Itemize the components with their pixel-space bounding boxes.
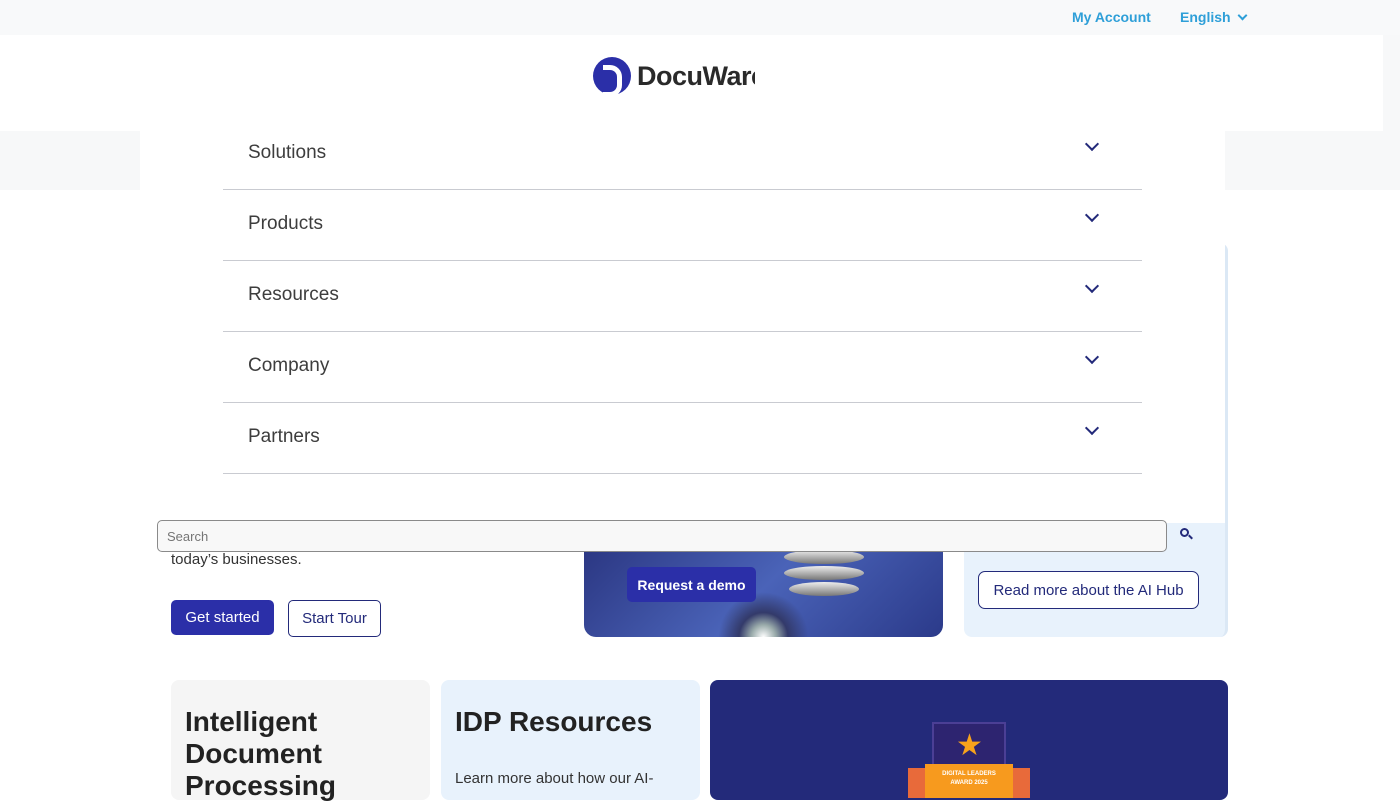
- chevron-down-icon: [1085, 421, 1099, 435]
- docuware-logo[interactable]: DocuWare: [593, 57, 755, 95]
- get-started-button[interactable]: Get started: [171, 600, 274, 635]
- menu-item-products[interactable]: Products: [223, 190, 1142, 261]
- menu-item-resources[interactable]: Resources: [223, 261, 1142, 332]
- resources-text: Learn more about how our AI-: [455, 770, 686, 787]
- language-selector[interactable]: English: [1180, 9, 1246, 25]
- award-label: DIGITAL LEADERSAWARD 2025: [925, 764, 1013, 798]
- start-tour-button[interactable]: Start Tour: [288, 600, 381, 637]
- idp-card[interactable]: Intelligent Document Processing: [171, 680, 430, 800]
- scroll-gutter: [1383, 35, 1400, 131]
- menu-label: Resources: [248, 284, 339, 306]
- hero-text: today’s businesses.: [171, 551, 302, 568]
- star-icon: ★: [956, 728, 983, 763]
- my-account-link[interactable]: My Account: [1072, 9, 1151, 25]
- search-icon[interactable]: [1180, 528, 1194, 542]
- request-demo-button[interactable]: Request a demo: [627, 567, 756, 602]
- chevron-down-icon: [1085, 208, 1099, 222]
- ai-hub-button[interactable]: Read more about the AI Hub: [978, 571, 1199, 609]
- menu-item-partners[interactable]: Partners: [223, 403, 1142, 474]
- award-card[interactable]: ★ DIGITAL LEADERSAWARD 2025: [710, 680, 1228, 800]
- menu-label: Products: [248, 213, 323, 235]
- search-input[interactable]: [157, 520, 1167, 552]
- menu-item-solutions[interactable]: Solutions: [223, 119, 1142, 190]
- menu-label: Partners: [248, 426, 320, 448]
- logo-text: DocuWare: [637, 61, 755, 92]
- menu-item-company[interactable]: Company: [223, 332, 1142, 403]
- language-label: English: [1180, 9, 1231, 25]
- chevron-down-icon: [1238, 11, 1248, 21]
- menu-label: Company: [248, 355, 329, 377]
- chevron-down-icon: [1085, 279, 1099, 293]
- idp-resources-card[interactable]: IDP Resources Learn more about how our A…: [441, 680, 700, 800]
- chevron-down-icon: [1085, 350, 1099, 364]
- chevron-down-icon: [1085, 137, 1099, 151]
- menu-label: Solutions: [248, 142, 326, 164]
- resources-title: IDP Resources: [455, 706, 686, 738]
- logo-icon: [593, 57, 631, 95]
